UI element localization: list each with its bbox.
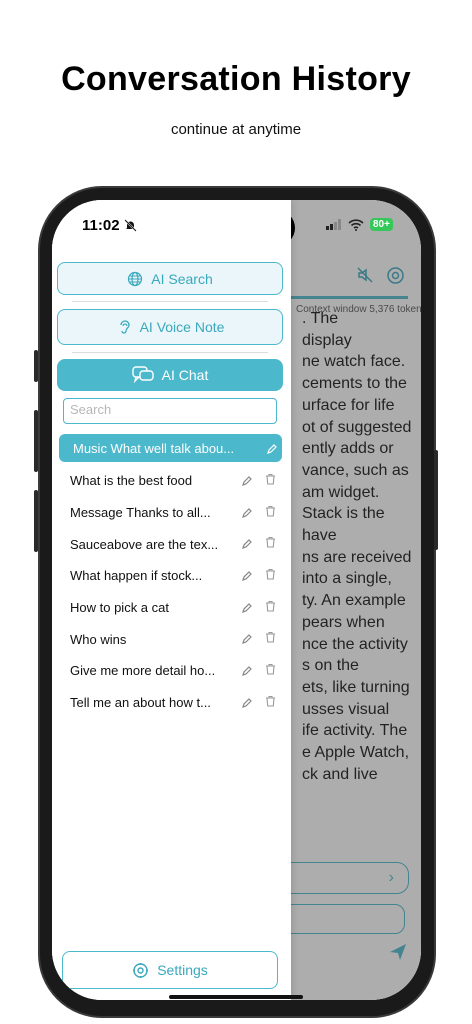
- conversation-item[interactable]: What is the best food: [52, 465, 291, 497]
- trash-icon[interactable]: [265, 473, 276, 488]
- edit-pencil-icon[interactable]: [242, 537, 252, 552]
- wifi-icon: [348, 218, 364, 231]
- conversation-title: Give me more detail ho...: [70, 663, 216, 679]
- conversation-title: Who wins: [70, 631, 127, 647]
- trash-icon[interactable]: [265, 695, 276, 710]
- divider: [72, 352, 268, 353]
- conversation-title: Music What well talk abou...: [73, 440, 235, 456]
- edit-pencil-icon[interactable]: [267, 442, 277, 457]
- status-time-label: 11:02: [82, 217, 120, 234]
- edit-pencil-icon[interactable]: [242, 506, 252, 521]
- conversation-item[interactable]: Who wins: [52, 623, 291, 655]
- phone-mute-switch: [34, 350, 38, 382]
- gear-icon: [133, 962, 149, 978]
- ai-search-button[interactable]: AI Search: [57, 262, 283, 295]
- ai-voice-note-label: AI Voice Note: [139, 319, 225, 335]
- conversation-title: Tell me an about how t...: [70, 695, 211, 711]
- ai-search-label: AI Search: [151, 270, 213, 287]
- edit-pencil-icon[interactable]: [242, 664, 252, 679]
- search-placeholder: Search: [70, 402, 112, 417]
- globe-icon: [128, 271, 143, 286]
- divider: [72, 301, 268, 302]
- chat-bubbles-icon: [131, 366, 154, 384]
- ear-icon: [119, 320, 130, 334]
- status-time: 11:02: [82, 217, 137, 234]
- battery-indicator: 80+: [370, 218, 393, 231]
- phone-volume-down: [34, 490, 38, 552]
- conversation-title: Message Thanks to all...: [70, 505, 211, 521]
- conversation-item[interactable]: Tell me an about how t...: [52, 687, 291, 719]
- ai-chat-label: AI Chat: [161, 367, 209, 383]
- conversation-item[interactable]: What happen if stock...: [52, 560, 291, 592]
- ai-voice-note-button[interactable]: AI Voice Note: [57, 309, 283, 345]
- conversation-item[interactable]: Sauceabove are the tex...: [52, 528, 291, 560]
- trash-icon[interactable]: [265, 536, 276, 551]
- trash-icon[interactable]: [265, 663, 276, 678]
- dim-overlay[interactable]: [291, 200, 421, 1000]
- edit-pencil-icon[interactable]: [242, 474, 252, 489]
- conversation-list: Music What well talk abou... What is the …: [52, 434, 291, 719]
- edit-pencil-icon[interactable]: [242, 632, 252, 647]
- home-indicator: [169, 995, 303, 999]
- conversation-title: Sauceabove are the tex...: [70, 536, 219, 552]
- status-right: 80+: [326, 218, 393, 231]
- conversation-item[interactable]: Message Thanks to all...: [52, 497, 291, 529]
- phone-side-button: [434, 450, 438, 550]
- phone-screen: Context window 5,376 token . The display n…: [52, 200, 421, 1000]
- conversation-drawer: 11:02 AI Search AI Voice Note AI Chat Se…: [52, 200, 291, 1000]
- conversation-item[interactable]: Music What well talk abou...: [59, 434, 282, 462]
- trash-icon[interactable]: [265, 600, 276, 615]
- conversation-item[interactable]: How to pick a cat: [52, 592, 291, 624]
- phone-volume-up: [34, 410, 38, 472]
- conversation-title: What happen if stock...: [70, 568, 203, 584]
- trash-icon[interactable]: [265, 631, 276, 646]
- cellular-signal-icon: [326, 219, 341, 230]
- page-title: Conversation History: [61, 60, 411, 98]
- page-subtitle: continue at anytime: [170, 121, 302, 138]
- ai-chat-button[interactable]: AI Chat: [57, 359, 283, 391]
- conversation-title: How to pick a cat: [70, 600, 169, 616]
- search-input[interactable]: Search: [63, 398, 277, 424]
- edit-pencil-icon[interactable]: [242, 601, 252, 616]
- edit-pencil-icon[interactable]: [242, 696, 252, 711]
- settings-label: Settings: [157, 962, 208, 978]
- trash-icon[interactable]: [265, 568, 276, 583]
- conversation-title: What is the best food: [70, 473, 193, 489]
- settings-button[interactable]: Settings: [62, 951, 278, 989]
- conversation-item[interactable]: Give me more detail ho...: [52, 655, 291, 687]
- edit-pencil-icon[interactable]: [242, 569, 252, 584]
- bell-muted-icon: [123, 219, 137, 232]
- trash-icon[interactable]: [265, 505, 276, 520]
